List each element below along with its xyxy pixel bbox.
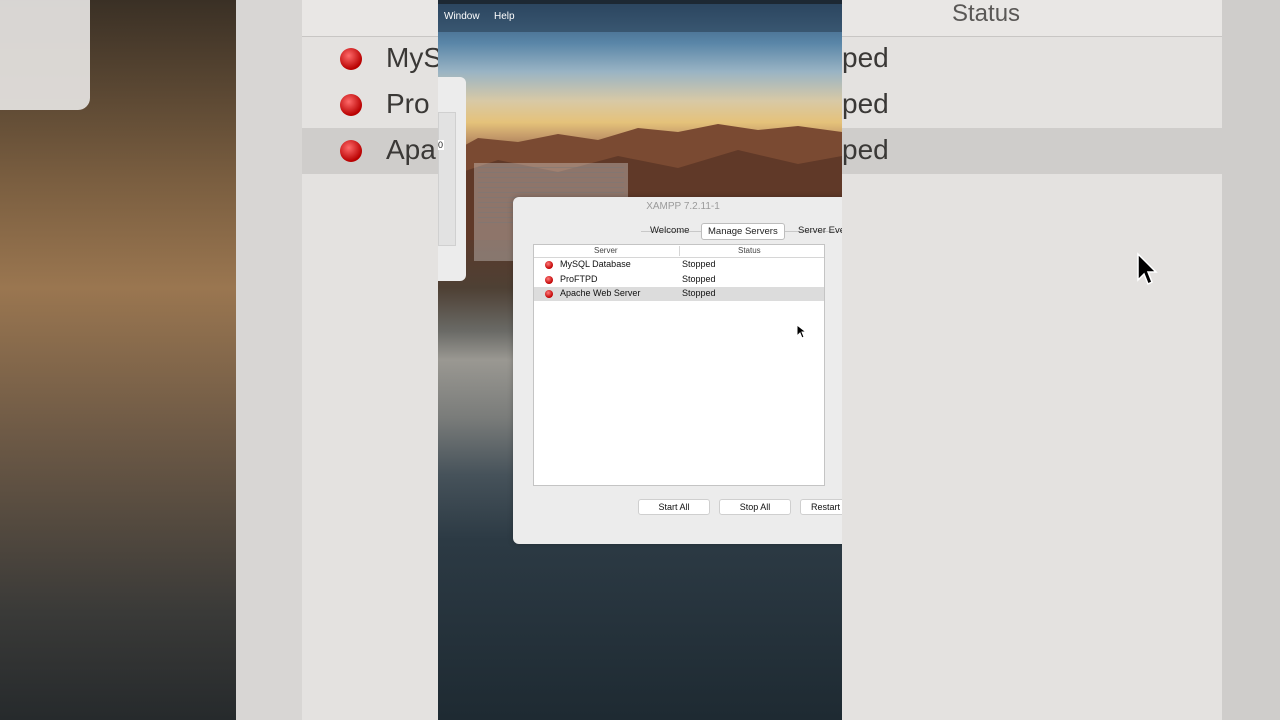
status-dot-icon bbox=[340, 140, 362, 162]
server-status: Stopped bbox=[682, 288, 716, 298]
background-window-panel bbox=[438, 112, 456, 246]
restart-all-button[interactable]: Restart bbox=[800, 499, 842, 515]
table-row-selected[interactable]: Apache Web Server Stopped bbox=[534, 287, 824, 301]
tab-server-events[interactable]: Server Eve bbox=[792, 223, 842, 238]
blurred-row-name: MyS bbox=[386, 42, 442, 73]
xampp-window: XAMPP 7.2.11-1 Welcome Manage Servers Se… bbox=[513, 197, 842, 544]
table-row[interactable]: ProFTPD Stopped bbox=[534, 273, 824, 287]
blurred-status-header: Status bbox=[952, 0, 1021, 27]
start-all-button[interactable]: Start All bbox=[638, 499, 710, 515]
server-name: Apache Web Server bbox=[560, 288, 641, 298]
server-name: ProFTPD bbox=[560, 274, 598, 284]
cursor-icon bbox=[796, 324, 808, 339]
status-dot-icon bbox=[340, 48, 362, 70]
blurred-row-name: Pro bbox=[386, 88, 430, 119]
blurred-row-status: ped bbox=[842, 42, 889, 73]
stop-all-button[interactable]: Stop All bbox=[719, 499, 791, 515]
menu-window[interactable]: Window bbox=[444, 11, 480, 22]
cursor-icon bbox=[1137, 252, 1158, 286]
blurred-row-status: ped bbox=[842, 88, 889, 119]
menu-bar: Window Help bbox=[438, 0, 842, 32]
blurred-panel-left bbox=[0, 0, 90, 110]
background-window-field: 0 bbox=[438, 140, 444, 150]
status-dot-icon bbox=[545, 261, 553, 269]
blurred-row-status: ped bbox=[842, 134, 889, 165]
servers-table: Server Status MySQL Database Stopped Pro… bbox=[533, 244, 825, 486]
table-header: Server Status bbox=[534, 245, 824, 258]
desktop-screen: Window Help r 0 XAMPP 7.2.11-1 Welcome M… bbox=[438, 0, 842, 720]
column-separator bbox=[679, 246, 680, 256]
blurred-row-name: Apa bbox=[386, 134, 436, 165]
column-server[interactable]: Server bbox=[594, 246, 618, 255]
tab-manage-servers[interactable]: Manage Servers bbox=[701, 223, 785, 240]
table-row[interactable]: MySQL Database Stopped bbox=[534, 258, 824, 272]
tab-welcome[interactable]: Welcome bbox=[644, 223, 695, 238]
server-status: Stopped bbox=[682, 259, 716, 269]
status-dot-icon bbox=[340, 94, 362, 116]
column-status[interactable]: Status bbox=[738, 246, 761, 255]
server-status: Stopped bbox=[682, 274, 716, 284]
blurred-right-edge bbox=[1222, 0, 1280, 720]
status-dot-icon bbox=[545, 276, 553, 284]
server-name: MySQL Database bbox=[560, 259, 631, 269]
window-title: XAMPP 7.2.11-1 bbox=[646, 201, 720, 212]
menu-help[interactable]: Help bbox=[494, 11, 515, 22]
status-dot-icon bbox=[545, 290, 553, 298]
